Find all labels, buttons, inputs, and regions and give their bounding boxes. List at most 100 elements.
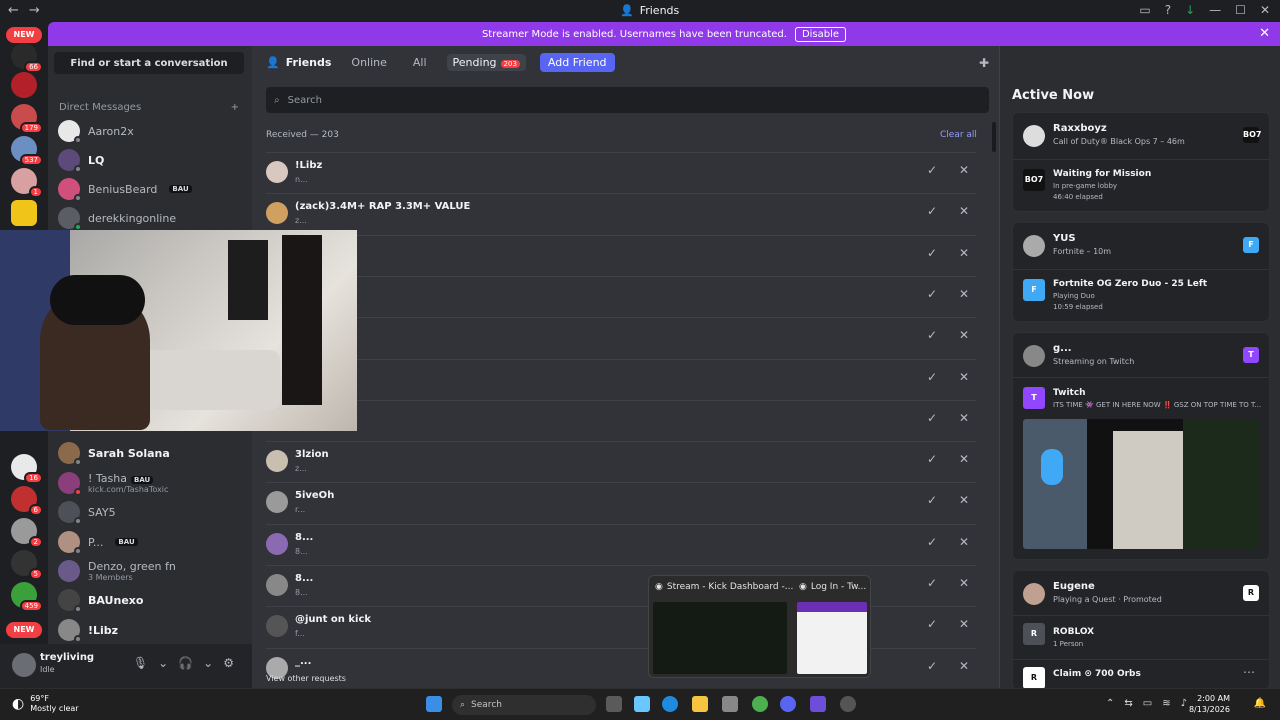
disable-streamer-button[interactable]: Disable <box>794 26 847 42</box>
dm-item[interactable]: derekkingonline <box>58 206 176 231</box>
find-conversation-button[interactable]: Find or start a conversation <box>54 52 244 74</box>
dm-item[interactable]: Sarah Solana <box>58 441 170 466</box>
friend-request-row[interactable]: ✓ ✕ <box>266 317 976 358</box>
file-explorer-icon[interactable] <box>692 696 708 712</box>
dm-item[interactable]: P... BAU <box>58 530 138 555</box>
accept-icon[interactable]: ✓ <box>927 411 937 425</box>
chevron-up-icon[interactable]: ⌃ <box>1106 698 1114 709</box>
server-icon[interactable]: 5 <box>11 550 43 580</box>
decline-icon[interactable]: ✕ <box>959 452 969 466</box>
gear-icon[interactable]: ⚙ <box>223 656 234 670</box>
decline-icon[interactable]: ✕ <box>959 246 969 260</box>
friend-request-row[interactable]: ✓ ✕ <box>266 275 976 317</box>
download-icon[interactable]: ↓ <box>1185 3 1195 17</box>
chevron-down-icon[interactable]: ⌄ <box>203 656 213 670</box>
server-icon[interactable]: 1 <box>11 168 43 198</box>
friend-request-row[interactable]: ✓ ✕ <box>266 399 976 441</box>
taskbar-search[interactable]: ⌕ Search <box>452 695 596 715</box>
weather-widget[interactable]: ◐ 69°F Mostly clear <box>12 694 79 714</box>
task-view-icon[interactable] <box>606 696 622 712</box>
decline-icon[interactable]: ✕ <box>959 411 969 425</box>
more-options-icon[interactable]: ⋯ <box>1243 665 1255 679</box>
network-icon[interactable]: ⇆ <box>1124 698 1132 709</box>
stream-preview[interactable] <box>1023 419 1259 549</box>
user-avatar[interactable] <box>12 653 36 677</box>
discord-icon[interactable] <box>780 696 796 712</box>
accept-icon[interactable]: ✓ <box>927 328 937 342</box>
headphones-icon[interactable]: 🎧 <box>178 656 193 670</box>
activity-card[interactable]: Raxxboyz Call of Duty® Black Ops 7 – 46m… <box>1012 112 1270 212</box>
minimize-icon[interactable]: — <box>1209 3 1221 17</box>
new-group-dm-icon[interactable]: ✚ <box>979 56 989 70</box>
back-arrow-icon[interactable]: ← <box>8 3 19 18</box>
decline-icon[interactable]: ✕ <box>959 576 969 590</box>
decline-icon[interactable]: ✕ <box>959 287 969 301</box>
friend-request-row[interactable]: 3lzion z... ✓ ✕ <box>266 441 976 482</box>
accept-icon[interactable]: ✓ <box>927 576 937 590</box>
dm-item[interactable]: SAY5 <box>58 500 116 525</box>
accept-icon[interactable]: ✓ <box>927 617 937 631</box>
inbox-icon[interactable]: ▭ <box>1139 3 1150 17</box>
dm-item[interactable]: Denzo, green fn 3 Members <box>58 559 176 583</box>
chevron-down-icon[interactable]: ⌄ <box>158 656 168 670</box>
server-icon[interactable]: 2 <box>11 518 43 548</box>
dm-item[interactable]: Aaron2x <box>58 119 134 144</box>
decline-icon[interactable]: ✕ <box>959 535 969 549</box>
accept-icon[interactable]: ✓ <box>927 535 937 549</box>
app-grid-icon[interactable] <box>810 696 826 712</box>
accept-icon[interactable]: ✓ <box>927 163 937 177</box>
scrollbar[interactable] <box>992 122 996 152</box>
dm-item[interactable]: ! Tasha BAU kick.com/TashaToxic <box>58 471 168 496</box>
server-icon[interactable] <box>11 200 37 226</box>
add-dm-icon[interactable]: + <box>231 102 239 113</box>
edge-icon[interactable] <box>662 696 678 712</box>
clock[interactable]: 2:00 AM 8/13/2026 <box>1189 693 1230 715</box>
preview-thumbnail[interactable] <box>653 602 787 674</box>
close-window-icon[interactable]: ✕ <box>1260 3 1270 17</box>
maximize-icon[interactable]: ☐ <box>1235 3 1246 17</box>
server-icon[interactable]: 179 <box>11 104 43 134</box>
decline-icon[interactable]: ✕ <box>959 493 969 507</box>
clear-all-button[interactable]: Clear all <box>940 130 977 140</box>
wifi-icon[interactable]: ≋ <box>1162 698 1170 709</box>
dm-item[interactable]: BeniusBeard BAU <box>58 177 192 202</box>
battery-icon[interactable]: ▭ <box>1143 698 1152 709</box>
accept-icon[interactable]: ✓ <box>927 659 937 673</box>
friend-request-row[interactable]: 5iveOh r... ✓ ✕ <box>266 482 976 523</box>
new-pill-top[interactable]: NEW <box>6 27 42 43</box>
chrome-icon[interactable] <box>752 696 768 712</box>
preview-title[interactable]: ◉ Log In - Tw... <box>799 582 866 592</box>
volume-icon[interactable]: ♪ <box>1181 698 1187 709</box>
server-icon[interactable]: 537 <box>11 136 43 166</box>
server-icon[interactable]: 459 <box>11 582 43 612</box>
notification-bell-icon[interactable]: 🔔 <box>1254 698 1266 709</box>
close-banner-icon[interactable]: ✕ <box>1259 26 1270 41</box>
accept-icon[interactable]: ✓ <box>927 246 937 260</box>
start-icon[interactable] <box>426 696 442 712</box>
tab-online[interactable]: Online <box>345 54 392 71</box>
decline-icon[interactable]: ✕ <box>959 617 969 631</box>
decline-icon[interactable]: ✕ <box>959 659 969 673</box>
store-icon[interactable] <box>722 696 738 712</box>
decline-icon[interactable]: ✕ <box>959 370 969 384</box>
tab-all[interactable]: All <box>407 54 433 71</box>
friend-request-row[interactable]: ✓ ✕ <box>266 358 976 400</box>
friend-request-row[interactable]: ✓ ✕ <box>266 234 976 276</box>
search-input[interactable]: ⌕ Search <box>266 87 989 113</box>
obs-icon[interactable] <box>840 696 856 712</box>
tab-pending[interactable]: Pending 203 <box>446 53 526 71</box>
dm-item[interactable]: BAUnexo <box>58 588 143 613</box>
activity-card[interactable]: YUS Fortnite – 10m F F Fortnite OG Zero … <box>1012 222 1270 322</box>
activity-card[interactable]: g... Streaming on Twitch T T Twitch ITS … <box>1012 332 1270 560</box>
add-friend-button[interactable]: Add Friend <box>539 52 615 72</box>
decline-icon[interactable]: ✕ <box>959 204 969 218</box>
new-pill-bottom[interactable]: NEW <box>6 622 42 638</box>
friend-request-row[interactable]: !Libz n... ✓ ✕ <box>266 152 976 193</box>
accept-icon[interactable]: ✓ <box>927 452 937 466</box>
accept-icon[interactable]: ✓ <box>927 204 937 218</box>
claim-orbs-button[interactable]: Claim ⊙ 700 Orbs <box>1053 669 1141 679</box>
forward-arrow-icon[interactable]: → <box>29 3 40 18</box>
server-icon[interactable]: 6 <box>11 486 43 516</box>
friend-request-row[interactable]: 8... 8... ✓ ✕ <box>266 523 976 565</box>
view-other-requests-link[interactable]: View other requests <box>266 674 346 683</box>
